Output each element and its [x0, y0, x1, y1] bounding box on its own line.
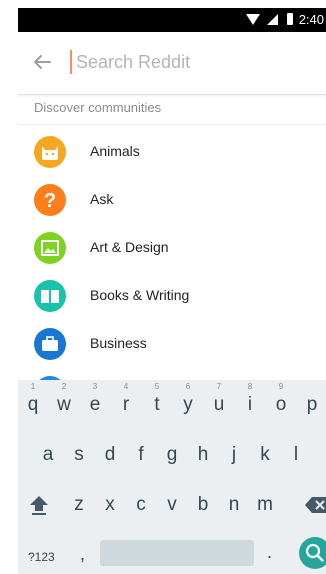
key-u[interactable]: 7u [204, 382, 234, 416]
key-d[interactable]: d [95, 444, 125, 466]
community-label: Art & Design [90, 239, 169, 255]
period-key[interactable]: . [267, 542, 272, 563]
space-key[interactable] [100, 540, 254, 566]
community-label: Ask [90, 191, 114, 207]
symbols-key[interactable]: ?123 [28, 550, 55, 564]
key-p[interactable]: p [297, 394, 326, 416]
search-input[interactable] [76, 46, 316, 78]
key-h[interactable]: h [188, 444, 218, 466]
key-x[interactable]: x [95, 494, 125, 516]
key-v[interactable]: v [157, 494, 187, 516]
key-q[interactable]: 1q [18, 382, 48, 416]
signal-icon [267, 14, 278, 25]
key-j[interactable]: j [219, 444, 249, 466]
key-i[interactable]: 8i [235, 382, 265, 416]
community-ask[interactable]: ? Ask [18, 176, 326, 224]
community-list: Animals ? Ask Art & Design Books & Writi… [18, 128, 326, 416]
key-o[interactable]: 9o [266, 382, 296, 416]
key-b[interactable]: b [188, 494, 218, 516]
key-n[interactable]: n [219, 494, 249, 516]
community-animals[interactable]: Animals [18, 128, 326, 176]
community-business[interactable]: Business [18, 320, 326, 368]
community-label: Books & Writing [90, 287, 190, 303]
community-art-design[interactable]: Art & Design [18, 224, 326, 272]
picture-icon [34, 232, 66, 264]
wifi-icon [246, 14, 260, 25]
key-l[interactable]: l [281, 444, 311, 466]
community-books-writing[interactable]: Books & Writing [18, 272, 326, 320]
shift-key-icon[interactable] [28, 494, 50, 516]
key-k[interactable]: k [250, 444, 280, 466]
book-icon [34, 280, 66, 312]
search-bar [18, 32, 326, 95]
key-t[interactable]: 5t [142, 382, 172, 416]
battery-icon [287, 13, 293, 25]
discover-title: Discover communities [34, 100, 162, 115]
comma-key[interactable]: , [80, 544, 85, 565]
key-f[interactable]: f [126, 444, 156, 466]
community-label: Business [90, 335, 147, 351]
key-s[interactable]: s [64, 444, 94, 466]
key-e[interactable]: 3e [80, 382, 110, 416]
key-a[interactable]: a [33, 444, 63, 466]
cat-icon [34, 136, 66, 168]
question-icon: ? [34, 184, 66, 216]
community-label: Animals [90, 143, 140, 159]
key-m[interactable]: m [250, 494, 280, 516]
key-w[interactable]: 2w [49, 382, 79, 416]
status-time: 2:40 [298, 12, 324, 27]
app-screen: 2:40 Discover communities Animals ? Ask … [18, 8, 326, 574]
svg-text:?: ? [44, 190, 56, 212]
status-bar: 2:40 [18, 8, 326, 32]
keyboard: 1q 2w 3e 4r 5t 6y 7u 8i 9o p a s d f g h… [18, 380, 326, 574]
key-c[interactable]: c [126, 494, 156, 516]
key-r[interactable]: 4r [111, 382, 141, 416]
key-g[interactable]: g [157, 444, 187, 466]
divider [18, 124, 326, 125]
back-arrow-icon[interactable] [30, 50, 54, 74]
search-key-icon[interactable] [299, 537, 326, 569]
key-z[interactable]: z [64, 494, 94, 516]
key-y[interactable]: 6y [173, 382, 203, 416]
backspace-key-icon[interactable] [304, 494, 326, 516]
text-cursor [70, 50, 72, 74]
briefcase-icon [34, 328, 66, 360]
